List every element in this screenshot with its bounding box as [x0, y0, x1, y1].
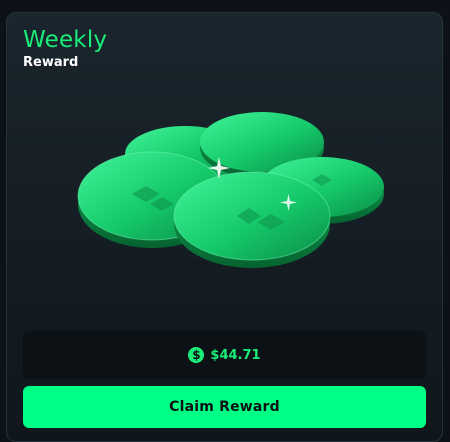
coin [173, 171, 331, 268]
reward-amount: $44.71 [210, 347, 261, 363]
claim-reward-button[interactable]: Claim Reward [23, 386, 426, 428]
coin-stack-image [77, 112, 384, 268]
reward-amount-box: $ $44.71 [23, 331, 426, 379]
dollar-coin-icon: $ [188, 347, 205, 363]
weekly-reward-card: Weekly Reward $ $44.71 Claim Reward [6, 12, 443, 442]
card-subtitle: Reward [23, 55, 79, 70]
card-title: Weekly [23, 27, 108, 53]
